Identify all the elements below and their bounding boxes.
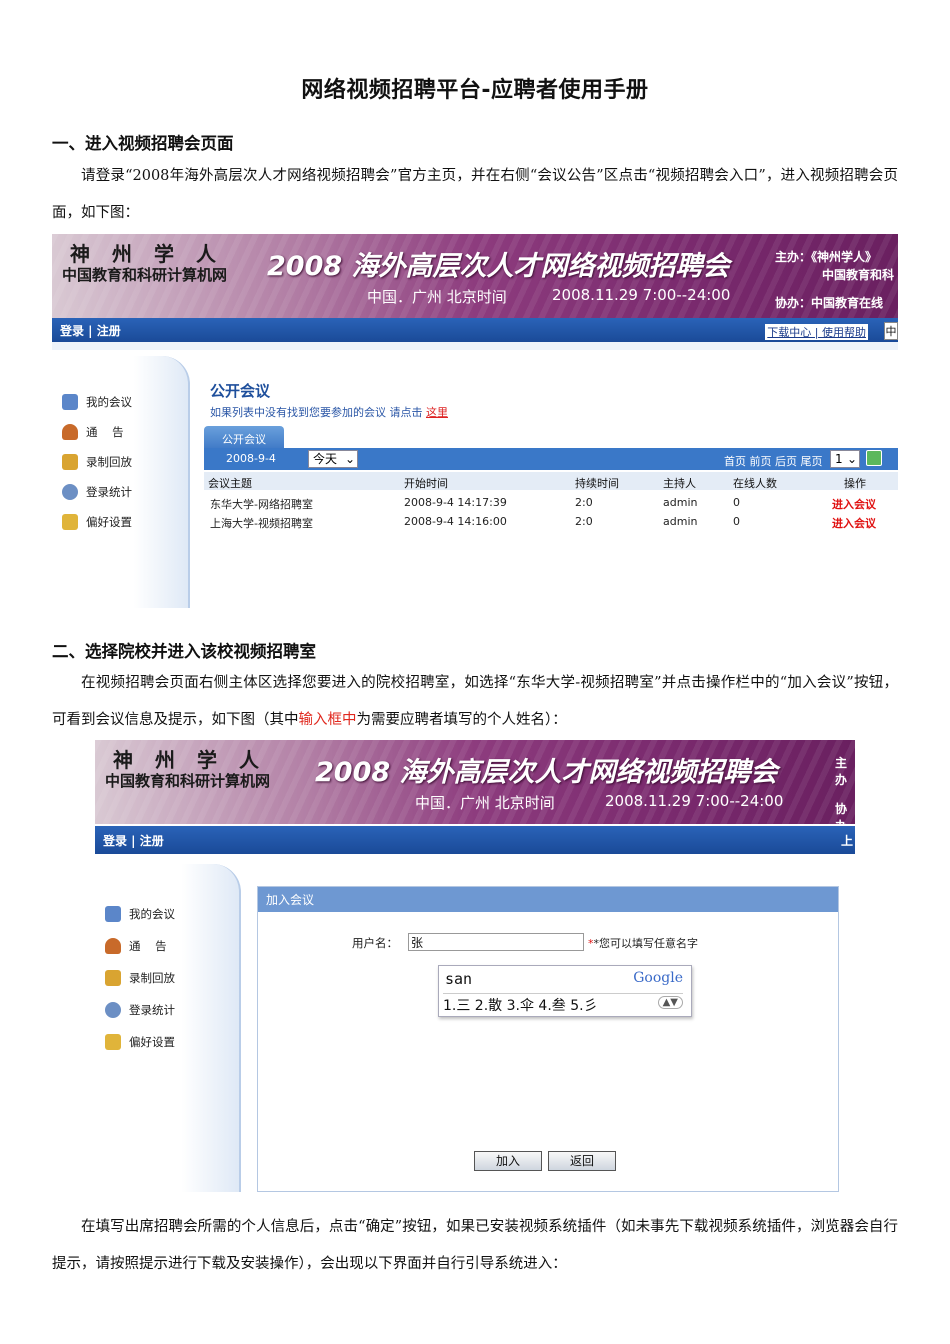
banner: 神州学人 中国教育和科研计算机网 2008 海外高层次人才网络视频招聘会 中国．…	[95, 740, 855, 824]
gears-icon	[105, 1002, 121, 1018]
table-cell: 0	[733, 496, 740, 509]
note-text: *您可以填写任意名字	[593, 937, 699, 950]
table-cell: 2008-9-4 14:16:00	[404, 515, 507, 528]
top-navbar: 登录 | 注册 上	[95, 826, 855, 854]
page-select[interactable]: 1 ⌄	[830, 450, 860, 468]
ime-popup: san Google 1.三 2.散 3.伞 4.叁 5.彡 ▲▼	[438, 965, 692, 1017]
col-header: 开始时间	[404, 477, 448, 490]
sidebar-item-notice[interactable]: 通 告	[105, 938, 167, 954]
sidebar-item-my-meetings[interactable]: 我的会议	[105, 906, 175, 922]
ime-input: san	[445, 970, 473, 988]
sidebar: 我的会议 通 告 录制回放 登录统计 偏好设置	[52, 356, 190, 608]
screenshot-join-meeting: 神州学人 中国教育和科研计算机网 2008 海外高层次人才网络视频招聘会 中国．…	[95, 740, 855, 1192]
help-links[interactable]: 下载中心 | 使用帮助	[765, 324, 868, 340]
page-title: 公开会议	[210, 382, 271, 400]
refresh-icon[interactable]	[866, 450, 882, 466]
here-link[interactable]: 这里	[426, 406, 448, 419]
sidebar-item-playback[interactable]: 录制回放	[62, 454, 132, 470]
col-header: 会议主题	[208, 477, 252, 490]
folder-icon	[105, 1034, 121, 1050]
join-panel: 加入会议 用户名： 张 **您可以填写任意名字 san Google 1.三 2…	[257, 886, 839, 1192]
banner-location: 中国．广州 北京时间	[367, 288, 507, 306]
person-icon	[62, 424, 78, 440]
login-register-link[interactable]: 登录 | 注册	[103, 834, 164, 848]
hint-text: 如果列表中没有找到您要参加的会议 请点击 这里	[210, 406, 448, 419]
table-cell: 2:0	[575, 496, 593, 509]
sidebar-item-notice[interactable]: 通 告	[62, 424, 124, 440]
sidebar-item-login-stats[interactable]: 登录统计	[62, 484, 132, 500]
col-header: 主持人	[663, 477, 696, 490]
table-cell: 0	[733, 515, 740, 528]
sidebar-item-preferences[interactable]: 偏好设置	[62, 514, 132, 530]
username-note: **您可以填写任意名字	[588, 937, 699, 950]
sidebar: 我的会议 通 告 录制回放 登录统计 偏好设置	[95, 864, 241, 1192]
monitor-icon	[62, 394, 78, 410]
col-header: 持续时间	[575, 477, 619, 490]
section-2-heading: 二、选择院校并进入该校视频招聘室	[52, 642, 316, 661]
banner-datetime: 2008.11.29 7:00--24:00	[552, 286, 731, 304]
banner-host-2: 中国教育和科	[822, 268, 895, 282]
date-label: 2008-9-4	[226, 452, 276, 465]
monitor-icon	[105, 906, 121, 922]
search-box[interactable]: 中	[884, 322, 898, 340]
section-3-paragraph: 在填写出席招聘会所需的个人信息后，点击“确定”按钮，如果已安装视频系统插件（如未…	[52, 1219, 898, 1272]
banner-coorg: 协办	[835, 802, 848, 824]
banner-host: 主办：《神州学人》	[775, 250, 878, 264]
filter-bar: 2008-9-4 今天 ⌄ 首页 前页 后页 尾页 1 ⌄	[204, 448, 898, 470]
sidebar-item-login-stats[interactable]: 登录统计	[105, 1002, 175, 1018]
nav-right-edge: 上	[840, 834, 853, 848]
banner-host: 主办	[835, 756, 848, 787]
picture-icon	[105, 970, 121, 986]
back-button[interactable]: 返回	[548, 1151, 616, 1171]
banner-title: 2008 海外高层次人才网络视频招聘会	[315, 757, 778, 788]
col-header: 操作	[844, 477, 866, 490]
table-cell: 上海大学-视频招聘室	[210, 517, 313, 530]
banner: 神州学人 中国教育和科研计算机网 2008 海外高层次人才网络视频招聘会 中国．…	[52, 234, 898, 318]
gears-icon	[62, 484, 78, 500]
document-title: 网络视频招聘平台-应聘者使用手册	[301, 78, 649, 103]
table-cell: 东华大学-网络招聘室	[210, 498, 313, 511]
picture-icon	[62, 454, 78, 470]
pager-links[interactable]: 首页 前页 后页 尾页	[724, 453, 823, 469]
col-header: 在线人数	[733, 477, 777, 490]
username-input[interactable]: 张	[408, 933, 584, 951]
username-label: 用户名：	[352, 936, 398, 950]
section-1-paragraph: 请登录“2008年海外高层次人才网络视频招聘会”官方主页，并在右侧“会议公告”区…	[52, 168, 898, 221]
chevron-down-icon: ⌄	[846, 452, 857, 466]
table-cell: 2008-9-4 14:17:39	[404, 496, 507, 509]
logo-subtext: 中国教育和科研计算机网	[105, 772, 271, 790]
screenshot-conference-list: 神州学人 中国教育和科研计算机网 2008 海外高层次人才网络视频招聘会 中国．…	[52, 234, 898, 608]
person-icon	[105, 938, 121, 954]
ime-brand: Google	[633, 970, 683, 986]
logo-subtext: 中国教育和科研计算机网	[62, 266, 228, 284]
enter-meeting-button[interactable]: 进入会议	[832, 496, 876, 512]
folder-icon	[62, 514, 78, 530]
section-2-paragraph: 在视频招聘会页面右侧主体区选择您要进入的院校招聘室，如选择“东华大学-视频招聘室…	[52, 675, 898, 728]
ime-page-arrows-icon[interactable]: ▲▼	[657, 996, 683, 1009]
enter-meeting-button[interactable]: 进入会议	[832, 515, 876, 531]
banner-location: 中国．广州 北京时间	[415, 794, 555, 812]
section-1-heading: 一、进入视频招聘会页面	[52, 134, 234, 153]
sidebar-item-preferences[interactable]: 偏好设置	[105, 1034, 175, 1050]
table-cell: 2:0	[575, 515, 593, 528]
banner-datetime: 2008.11.29 7:00--24:00	[605, 792, 784, 810]
login-register-link[interactable]: 登录 | 注册	[60, 324, 121, 338]
join-button[interactable]: 加入	[474, 1151, 542, 1171]
sidebar-item-my-meetings[interactable]: 我的会议	[62, 394, 132, 410]
panel-title: 加入会议	[258, 887, 838, 912]
banner-coorg: 协办：中国教育在线	[775, 296, 884, 310]
banner-title: 2008 海外高层次人才网络视频招聘会	[267, 251, 730, 282]
day-select[interactable]: 今天 ⌄	[308, 450, 358, 468]
table-cell: admin	[663, 496, 698, 509]
sidebar-item-playback[interactable]: 录制回放	[105, 970, 175, 986]
table-cell: admin	[663, 515, 698, 528]
chevron-down-icon: ⌄	[344, 452, 355, 466]
ime-candidates[interactable]: 1.三 2.散 3.伞 4.叁 5.彡	[443, 995, 598, 1015]
logo-text: 神州学人	[113, 748, 281, 772]
logo-text: 神州学人	[70, 242, 238, 266]
